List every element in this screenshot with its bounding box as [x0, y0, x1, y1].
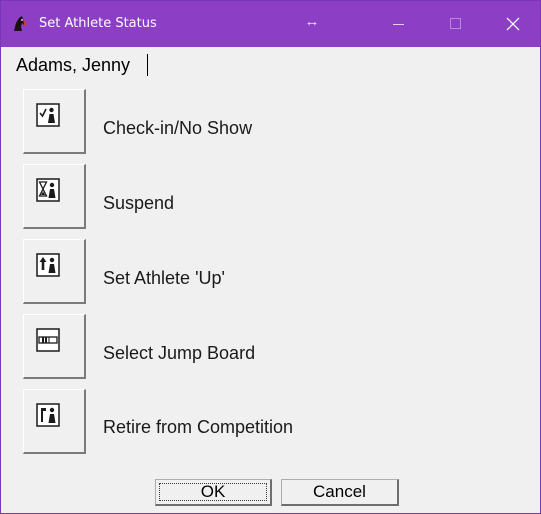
focus-rectangle	[159, 483, 267, 501]
athlete-up-arrow-icon	[36, 253, 60, 277]
cancel-button-label: Cancel	[313, 482, 366, 501]
check-in-no-show-label: Check-in/No Show	[103, 118, 253, 138]
suspend-button[interactable]	[23, 164, 86, 229]
title-bar[interactable]: Set Athlete Status ↔	[1, 1, 540, 47]
minimize-button[interactable]	[376, 1, 422, 47]
minimize-icon	[393, 24, 404, 25]
suspend-label: Suspend	[103, 193, 175, 213]
jump-board-icon	[36, 328, 60, 352]
check-in-no-show-button[interactable]	[23, 89, 86, 154]
close-icon	[506, 17, 520, 31]
horse-head-icon	[10, 14, 30, 34]
suspend-hourglass-icon	[36, 178, 60, 202]
select-jump-board-label: Select Jump Board	[103, 343, 256, 363]
set-athlete-status-dialog: Set Athlete Status ↔ Adams, Jenny Check-…	[0, 0, 541, 514]
set-athlete-up-label: Set Athlete 'Up'	[103, 268, 225, 288]
resize-arrows-icon: ↔	[304, 13, 320, 30]
retire-from-competition-label: Retire from Competition	[103, 417, 294, 437]
maximize-button[interactable]	[433, 1, 479, 47]
maximize-icon	[450, 18, 461, 29]
text-caret	[147, 54, 148, 76]
retire-from-competition-button[interactable]	[23, 389, 86, 454]
cancel-button[interactable]: Cancel	[281, 479, 399, 506]
ok-button[interactable]: OK	[155, 479, 272, 506]
set-athlete-up-button[interactable]	[23, 239, 86, 304]
select-jump-board-button[interactable]	[23, 314, 86, 379]
window-title: Set Athlete Status	[39, 16, 157, 31]
close-button[interactable]	[490, 1, 536, 47]
retire-flag-icon	[36, 403, 60, 427]
dialog-body: Adams, Jenny Check-in/No Show Suspend Se…	[1, 47, 540, 513]
athlete-name: Adams, Jenny	[16, 55, 131, 75]
check-in-athlete-icon	[36, 103, 60, 127]
